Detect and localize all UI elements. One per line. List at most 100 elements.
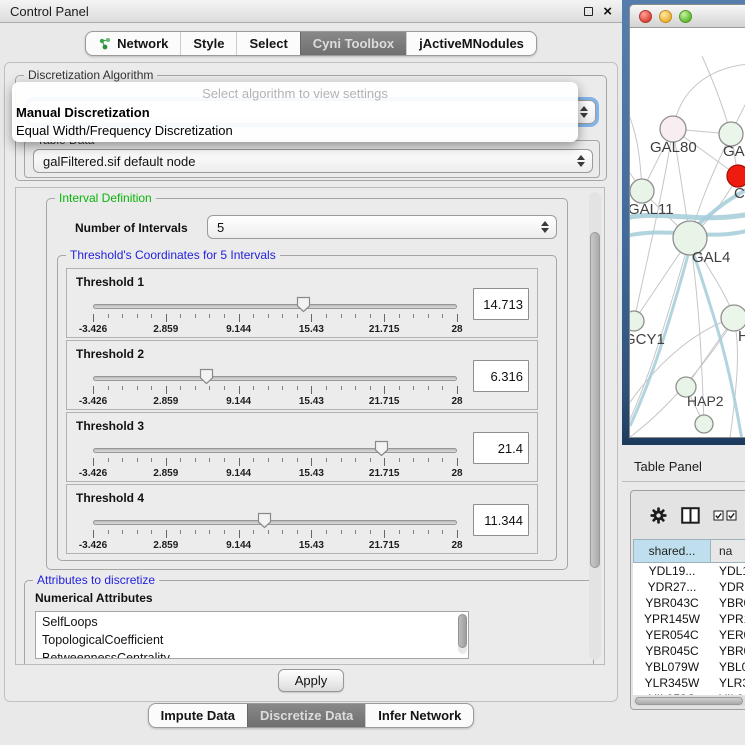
tab-discretize-data[interactable]: Discretize Data	[247, 704, 365, 727]
column-header-name[interactable]: na	[711, 539, 745, 563]
name-cell[interactable]: YER0	[711, 627, 745, 643]
attribute-list-item[interactable]: SelfLoops	[42, 614, 468, 632]
slider-track[interactable]	[93, 376, 457, 381]
numerical-attributes-list[interactable]: SelfLoopsTopologicalCoefficientBetweenne…	[35, 611, 469, 659]
scrollbar-thumb[interactable]	[458, 614, 467, 648]
checkbox-icon[interactable]	[726, 510, 737, 521]
shared-name-cell[interactable]: YER054C	[633, 627, 711, 643]
tab-infer-network[interactable]: Infer Network	[365, 704, 473, 727]
scrollbar-thumb[interactable]	[635, 697, 743, 705]
threshold-value-input[interactable]	[473, 504, 529, 536]
threshold-value-input[interactable]	[473, 288, 529, 320]
name-cell[interactable]: YDR2	[711, 579, 745, 595]
tick-mark	[268, 458, 269, 462]
name-cell[interactable]: YLR3	[711, 675, 745, 691]
slider-thumb[interactable]	[296, 296, 311, 318]
column-header-shared-name[interactable]: shared...	[633, 539, 711, 563]
tab-impute-data[interactable]: Impute Data	[149, 704, 247, 727]
network-node[interactable]	[695, 415, 713, 433]
threshold-slider[interactable]: -3.4262.8599.14415.4321.71528	[93, 437, 457, 481]
apply-button[interactable]: Apply	[278, 669, 344, 692]
shared-name-cell[interactable]: YBR043C	[633, 595, 711, 611]
minimize-traffic-light-icon[interactable]	[659, 10, 672, 23]
attribute-list-item[interactable]: TopologicalCoefficient	[42, 632, 468, 650]
slider-thumb[interactable]	[257, 512, 272, 534]
horizontal-scrollbar[interactable]	[633, 696, 745, 706]
tick-mark	[399, 458, 400, 462]
slider-thumb[interactable]	[374, 440, 389, 462]
shared-name-cell[interactable]: YDL19...	[633, 563, 711, 579]
number-of-intervals-combobox[interactable]: 5	[207, 215, 557, 239]
slider-track[interactable]	[93, 448, 457, 453]
scrollbar-thumb[interactable]	[590, 232, 600, 568]
name-cell[interactable]: YBR0	[711, 643, 745, 659]
tick-mark	[253, 530, 254, 534]
slider-track[interactable]	[93, 304, 457, 309]
tab-label: Discretize Data	[260, 708, 353, 723]
table-row[interactable]: YDL19...YDL1	[633, 563, 745, 579]
slider-ticks	[93, 314, 457, 323]
tick-mark	[428, 530, 429, 534]
tick-mark	[355, 530, 356, 534]
tab-label: Style	[193, 36, 224, 51]
tab-select[interactable]: Select	[236, 32, 299, 55]
table-row[interactable]: YBL079WYBL0	[633, 659, 745, 675]
network-node[interactable]	[630, 311, 644, 331]
shared-name-cell[interactable]: YIL053C	[633, 691, 711, 695]
float-window-icon[interactable]	[584, 7, 593, 16]
threshold-value-input[interactable]	[473, 432, 529, 464]
tick-mark	[370, 458, 371, 462]
shared-name-cell[interactable]: YPR145W	[633, 611, 711, 627]
threshold-slider[interactable]: -3.4262.8599.14415.4321.71528	[93, 293, 457, 337]
shared-name-cell[interactable]: YBR045C	[633, 643, 711, 659]
column-view-icon[interactable]	[681, 507, 700, 524]
name-cell[interactable]: YIL0	[711, 691, 745, 695]
tab-cyni-toolbox[interactable]: Cyni Toolbox	[300, 32, 406, 55]
shared-name-cell[interactable]: YLR345W	[633, 675, 711, 691]
tick-label: -3.426	[79, 396, 107, 407]
name-cell[interactable]: YDL1	[711, 563, 745, 579]
network-node[interactable]	[727, 165, 745, 187]
tab-jactivemnodules[interactable]: jActiveMNodules	[406, 32, 536, 55]
tick-label: -3.426	[79, 540, 107, 551]
threshold-slider[interactable]: -3.4262.8599.14415.4321.71528	[93, 365, 457, 409]
tick-mark	[93, 314, 94, 322]
tab-network[interactable]: Network	[86, 32, 180, 55]
table-data-combobox[interactable]: galFiltered.sif default node	[33, 149, 593, 173]
slider-track[interactable]	[93, 520, 457, 525]
table-row[interactable]: YBR043CYBR0	[633, 595, 745, 611]
threshold-value-input[interactable]	[473, 360, 529, 392]
tick-mark	[413, 530, 414, 534]
tick-mark	[457, 530, 458, 538]
name-cell[interactable]: YBL0	[711, 659, 745, 675]
table-body[interactable]: YDL19...YDL1YDR27...YDR2YBR043CYBR0YPR14…	[633, 563, 745, 695]
table-row[interactable]: YLR345WYLR3	[633, 675, 745, 691]
name-cell[interactable]: YBR0	[711, 595, 745, 611]
table-row[interactable]: YIL053CYIL0	[633, 691, 745, 695]
name-cell[interactable]: YPR1	[711, 611, 745, 627]
zoom-traffic-light-icon[interactable]	[679, 10, 692, 23]
shared-name-cell[interactable]: YBL079W	[633, 659, 711, 675]
settings-scrollbar[interactable]	[589, 192, 601, 660]
slider-thumb-icon	[257, 512, 272, 529]
tab-style[interactable]: Style	[180, 32, 236, 55]
table-row[interactable]: YPR145WYPR1	[633, 611, 745, 627]
table-row[interactable]: YBR045CYBR0	[633, 643, 745, 659]
attribute-list-item[interactable]: BetweennessCentrality	[42, 650, 468, 659]
slider-ticks	[93, 458, 457, 467]
close-icon[interactable]: ×	[603, 4, 612, 19]
table-row[interactable]: YER054CYER0	[633, 627, 745, 643]
popup-item-manual-discretization[interactable]: Manual Discretization	[12, 103, 578, 121]
table-row[interactable]: YDR27...YDR2	[633, 579, 745, 595]
network-node[interactable]	[630, 179, 654, 203]
slider-thumb[interactable]	[199, 368, 214, 390]
popup-item-equal-width-frequency[interactable]: Equal Width/Frequency Discretization	[12, 121, 578, 139]
close-traffic-light-icon[interactable]	[639, 10, 652, 23]
list-scrollbar[interactable]	[458, 614, 467, 654]
checkbox-icon[interactable]	[713, 510, 724, 521]
tick-mark	[137, 530, 138, 534]
shared-name-cell[interactable]: YDR27...	[633, 579, 711, 595]
network-canvas[interactable]: GAL80GACGAL11GAL4GCY1HHAP2	[630, 28, 745, 438]
gear-icon[interactable]	[649, 506, 668, 525]
threshold-slider[interactable]: -3.4262.8599.14415.4321.71528	[93, 509, 457, 553]
